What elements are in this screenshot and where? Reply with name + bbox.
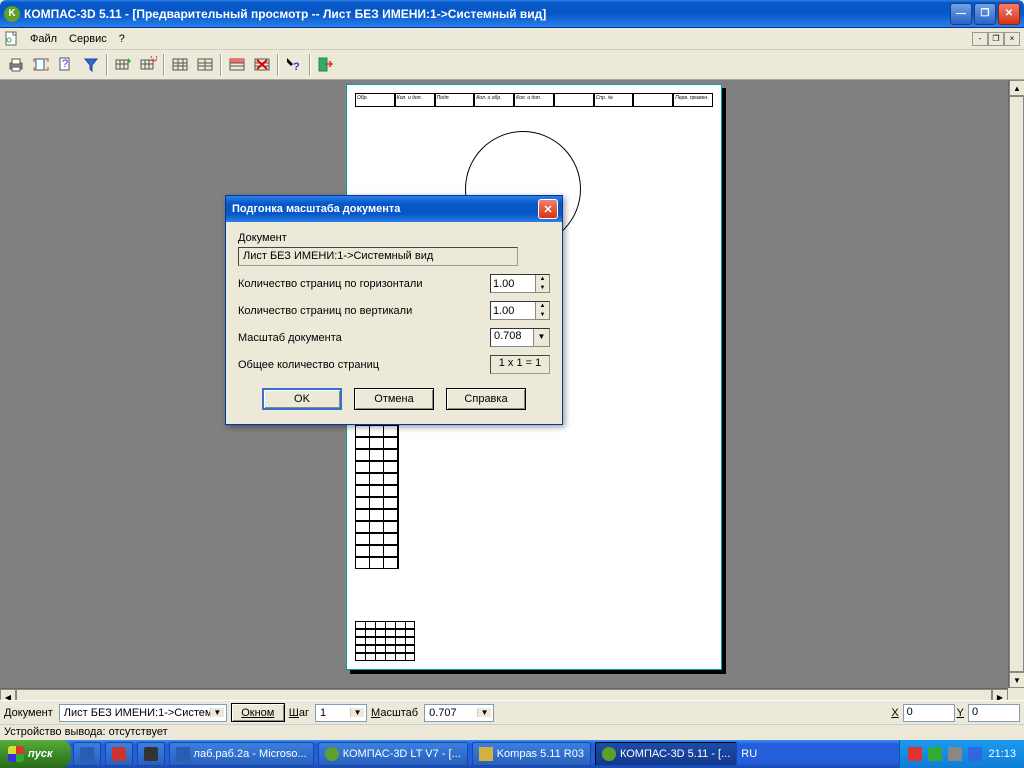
help-button[interactable]: Справка [446,388,526,410]
zoom-fit-icon[interactable] [29,53,53,77]
dialog-titlebar[interactable]: Подгонка масштаба документа ✕ [226,196,562,222]
taskbar-item-active[interactable]: КОМПАС-3D 5.11 - [... [595,742,737,766]
ctrl-y-label: Y [957,707,964,719]
spin-up-icon[interactable]: ▲ [535,302,549,311]
app-icon: K [4,6,20,22]
grid-rotate-icon[interactable] [136,53,160,77]
ctrl-x-value[interactable]: 0 [903,704,955,722]
quick-launch-item[interactable] [105,742,133,766]
ctrl-step-label: Шаг [289,707,309,719]
toolbar-separator [309,54,311,76]
context-help-icon[interactable]: ? [282,53,306,77]
taskbar-item[interactable]: лаб.раб.2a - Microso... [169,742,314,766]
dialog-close-button[interactable]: ✕ [538,199,558,219]
dropdown-arrow-icon[interactable]: ▼ [210,708,224,717]
control-bar: Документ Лист БЕЗ ИМЕНИ:1->Систем ▼ Окно… [0,700,1024,724]
tray-icon[interactable] [908,747,922,761]
close-button[interactable]: ✕ [998,3,1020,25]
start-button[interactable]: пуск [0,740,71,768]
print-icon[interactable] [4,53,28,77]
pages-h-input[interactable]: ▲▼ [490,274,550,293]
dialog-title: Подгонка масштаба документа [230,203,538,215]
menu-file[interactable]: Файл [24,31,63,47]
scroll-up-button[interactable]: ▲ [1009,80,1024,96]
status-bar: Устройство вывода: отсутствует [0,724,1024,740]
table-a-icon[interactable] [168,53,192,77]
table-highlight-icon[interactable] [225,53,249,77]
dropdown-arrow-icon[interactable]: ▼ [350,708,364,717]
clock[interactable]: 21:13 [988,748,1016,760]
exit-preview-icon[interactable] [314,53,338,77]
pages-v-label: Количество страниц по вертикали [238,305,490,317]
menu-service[interactable]: Сервис [63,31,113,47]
folder-icon [479,747,493,761]
window-mode-button[interactable]: Окном [231,703,285,722]
scale-label: Масштаб документа [238,332,490,344]
grid-insert-icon[interactable] [111,53,135,77]
toolbar-separator [106,54,108,76]
page-header-table: Обр.Кол. и доп. Подп.Кол. и обр. Кол. и … [355,93,713,107]
pages-h-label: Количество страниц по горизонтали [238,278,490,290]
cancel-button[interactable]: Отмена [354,388,434,410]
ctrl-scale-label: Масштаб [371,707,418,719]
ctrl-scale-combo[interactable]: 0.707 ▼ [424,704,494,722]
tray-icon[interactable] [968,747,982,761]
scroll-down-button[interactable]: ▼ [1009,672,1024,688]
ok-button[interactable]: OK [262,388,342,410]
spin-down-icon[interactable]: ▼ [535,311,549,320]
vertical-scrollbar[interactable]: ▲ ▼ [1008,80,1024,688]
ctrl-y-value[interactable]: 0 [968,704,1020,722]
status-text: Устройство вывода: отсутствует [4,726,168,738]
kompas-icon [325,747,339,761]
drawing-corner-stamp [355,621,415,661]
quick-launch-item[interactable] [73,742,101,766]
spin-down-icon[interactable]: ▼ [535,284,549,293]
dialog-doc-field: Лист БЕЗ ИМЕНИ:1->Системный вид [238,247,518,266]
maximize-button[interactable]: ❐ [974,3,996,25]
svg-text:?: ? [62,58,68,70]
toolbar-separator [220,54,222,76]
total-pages-field: 1 x 1 = 1 [490,355,550,374]
menu-bar: Файл Сервис ? - ❐ × [0,28,1024,50]
filter-icon[interactable] [79,53,103,77]
main-toolbar: ? ? [0,50,1024,80]
taskbar-item[interactable]: КОМПАС-3D LT V7 - [... [318,742,468,766]
dialog-doc-label: Документ [238,232,550,244]
main-titlebar: K КОМПАС-3D 5.11 - [Предварительный прос… [0,0,1024,28]
toolbar-separator [277,54,279,76]
ctrl-doc-combo[interactable]: Лист БЕЗ ИМЕНИ:1->Систем ▼ [59,704,227,722]
minimize-button[interactable]: — [950,3,972,25]
taskbar-item[interactable]: Kompas 5.11 R03 [472,742,591,766]
svg-text:?: ? [293,61,300,73]
ctrl-x-label: X [891,707,898,719]
ctrl-doc-label: Документ [4,707,53,719]
dropdown-arrow-icon[interactable]: ▼ [533,329,549,346]
taskbar: пуск лаб.раб.2a - Microso... КОМПАС-3D L… [0,740,1024,768]
ctrl-step-combo[interactable]: 1 ▼ [315,704,367,722]
quick-launch-item[interactable] [137,742,165,766]
tray-icon[interactable] [928,747,942,761]
spin-up-icon[interactable]: ▲ [535,275,549,284]
system-tray[interactable]: 21:13 [899,740,1024,768]
document-icon [4,31,20,47]
menu-help[interactable]: ? [113,31,131,47]
kompas-icon [602,747,616,761]
scale-dialog: Подгонка масштаба документа ✕ Документ Л… [225,195,563,425]
page-options-icon[interactable]: ? [54,53,78,77]
scale-combo[interactable]: 0.708 ▼ [490,328,550,347]
dropdown-arrow-icon[interactable]: ▼ [477,708,491,717]
mdi-minimize[interactable]: - [972,32,988,46]
table-b-icon[interactable] [193,53,217,77]
table-delete-icon[interactable] [250,53,274,77]
mdi-restore[interactable]: ❐ [988,32,1004,46]
toolbar-separator [163,54,165,76]
mdi-close[interactable]: × [1004,32,1020,46]
language-indicator[interactable]: RU [739,748,759,760]
total-label: Общее количество страниц [238,359,490,371]
window-title: КОМПАС-3D 5.11 - [Предварительный просмо… [24,7,950,21]
word-icon [176,747,190,761]
pages-v-input[interactable]: ▲▼ [490,301,550,320]
tray-volume-icon[interactable] [948,747,962,761]
windows-flag-icon [8,746,24,762]
